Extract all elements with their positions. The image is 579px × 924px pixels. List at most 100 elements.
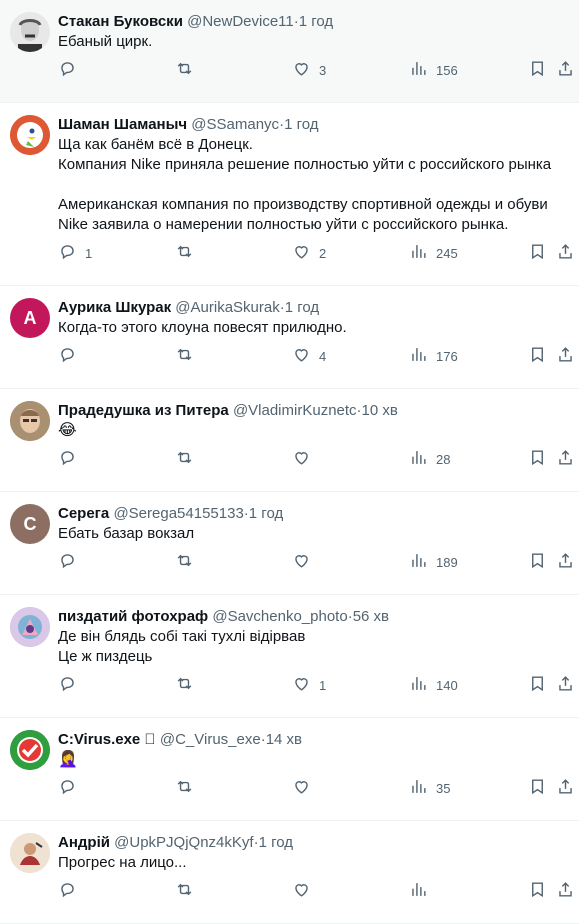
views-count: 28 [436, 451, 451, 467]
bookmark-button[interactable] [528, 675, 547, 695]
user-handle[interactable]: @NewDevice11 [187, 13, 294, 30]
reply-button[interactable] [58, 675, 85, 695]
display-name[interactable]: C:Virus.exe ⃣ [58, 731, 156, 748]
like-button[interactable] [292, 449, 319, 469]
display-name[interactable]: Прадедушка из Питера [58, 402, 229, 419]
like-button[interactable]: 4 [292, 346, 326, 366]
views-button[interactable]: 176 [409, 346, 458, 366]
like-button[interactable] [292, 778, 319, 798]
tweet[interactable]: С Серега @Serega54155133·1 год Ебать базар… [0, 492, 579, 595]
bookmark-button[interactable] [528, 449, 547, 469]
user-handle[interactable]: @Savchenko_photo [212, 608, 347, 625]
share-icon [556, 777, 575, 799]
reply-button[interactable]: 1 [58, 243, 92, 263]
reply-button[interactable] [58, 778, 85, 798]
retweet-button[interactable] [175, 552, 202, 572]
tweet[interactable]: Прадедушка из Питера @VladimirKuznetc·10… [0, 389, 579, 492]
views-button[interactable]: 156 [409, 60, 458, 80]
retweet-button[interactable] [175, 243, 202, 263]
bookmark-button[interactable] [528, 346, 547, 366]
timestamp[interactable]: 56 хв [353, 608, 389, 625]
avatar[interactable]: A [10, 298, 50, 338]
timestamp[interactable]: 1 год [284, 116, 318, 133]
views-button[interactable]: 245 [409, 243, 458, 263]
views-button[interactable]: 140 [409, 675, 458, 695]
reply-button[interactable] [58, 881, 85, 901]
tweet[interactable]: Шаман Шаманыч @SSamanyc·1 год Ща как банё… [0, 103, 579, 286]
avatar[interactable] [10, 607, 50, 647]
user-handle[interactable]: @Serega54155133 [113, 505, 243, 522]
retweet-button[interactable] [175, 60, 202, 80]
user-handle[interactable]: @SSamanyc [191, 116, 279, 133]
user-handle[interactable]: @C_Virus_exe [160, 731, 261, 748]
like-button[interactable]: 1 [292, 675, 326, 695]
like-button[interactable]: 3 [292, 60, 326, 80]
share-button[interactable] [556, 552, 575, 572]
reply-icon-svg [61, 62, 74, 77]
share-icon [556, 242, 575, 264]
display-name[interactable]: Аурика Шкурак [58, 299, 171, 316]
timestamp[interactable]: 10 хв [362, 402, 398, 419]
views-button[interactable] [409, 881, 436, 901]
retweet-button[interactable] [175, 449, 202, 469]
share-icon [556, 345, 575, 367]
display-name[interactable]: Андрій [58, 834, 110, 851]
share-button[interactable] [556, 881, 575, 901]
bookmark-button[interactable] [528, 60, 547, 80]
avatar[interactable] [10, 730, 50, 770]
bookmark-button[interactable] [528, 243, 547, 263]
share-button[interactable] [556, 346, 575, 366]
display-name[interactable]: Серега [58, 505, 109, 522]
reply-icon [58, 880, 77, 902]
avatar[interactable] [10, 12, 50, 52]
tweet-text: 🤦‍♀️ [58, 750, 565, 770]
bookmark-button[interactable] [528, 881, 547, 901]
share-button[interactable] [556, 778, 575, 798]
timestamp[interactable]: 1 год [259, 834, 293, 851]
share-button[interactable] [556, 675, 575, 695]
user-handle[interactable]: @AurikaSkurak [175, 299, 279, 316]
avatar[interactable] [10, 401, 50, 441]
avatar[interactable]: С [10, 504, 50, 544]
timestamp[interactable]: 14 хв [266, 731, 302, 748]
timestamp[interactable]: 1 год [285, 299, 319, 316]
tweet[interactable]: C:Virus.exe ⃣ @C_Virus_exe·14 хв 🤦‍♀️ 35 [0, 718, 579, 821]
display-name[interactable]: пиздатий фотохраф [58, 608, 208, 625]
like-button[interactable]: 2 [292, 243, 326, 263]
share-button[interactable] [556, 60, 575, 80]
retweet-button[interactable] [175, 675, 202, 695]
views-button[interactable]: 28 [409, 449, 450, 469]
retweet-button[interactable] [175, 778, 202, 798]
user-handle[interactable]: @VladimirKuznetc [233, 402, 357, 419]
share-button[interactable] [556, 449, 575, 469]
reply-button[interactable] [58, 552, 85, 572]
avatar[interactable] [10, 115, 50, 155]
reply-button[interactable] [58, 346, 85, 366]
timestamp[interactable]: 1 год [249, 505, 283, 522]
like-button[interactable] [292, 552, 319, 572]
reply-count: 1 [85, 245, 93, 261]
bookmark-icon [528, 242, 547, 264]
tweet[interactable]: A Аурика Шкурак @AurikaSkurak·1 год Когда-… [0, 286, 579, 389]
retweet-button[interactable] [175, 881, 202, 901]
reply-button[interactable] [58, 60, 85, 80]
display-name[interactable]: Стакан Буковски [58, 13, 183, 30]
tweet[interactable]: Андрій @UpkPJQjQnz4kKyf·1 год Прогрес на … [0, 821, 579, 924]
views-button[interactable]: 189 [409, 552, 458, 572]
retweet-button[interactable] [175, 346, 202, 366]
share-icon [556, 674, 575, 696]
display-name[interactable]: Шаман Шаманыч [58, 116, 187, 133]
tweet-content: C:Virus.exe ⃣ @C_Virus_exe·14 хв 🤦‍♀️ 35 [58, 730, 572, 820]
user-handle[interactable]: @UpkPJQjQnz4kKyf [114, 834, 253, 851]
timestamp[interactable]: 1 год [299, 13, 333, 30]
tweet[interactable]: пиздатий фотохраф @Savchenko_photo·56 хв… [0, 595, 579, 718]
tweet-content: Стакан Буковски @NewDevice11·1 год Ебаный… [58, 12, 572, 102]
avatar[interactable] [10, 833, 50, 873]
tweet[interactable]: Стакан Буковски @NewDevice11·1 год Ебаный… [0, 0, 579, 103]
like-button[interactable] [292, 881, 319, 901]
share-button[interactable] [556, 243, 575, 263]
bookmark-button[interactable] [528, 552, 547, 572]
views-button[interactable]: 35 [409, 778, 450, 798]
reply-button[interactable] [58, 449, 85, 469]
bookmark-button[interactable] [528, 778, 547, 798]
